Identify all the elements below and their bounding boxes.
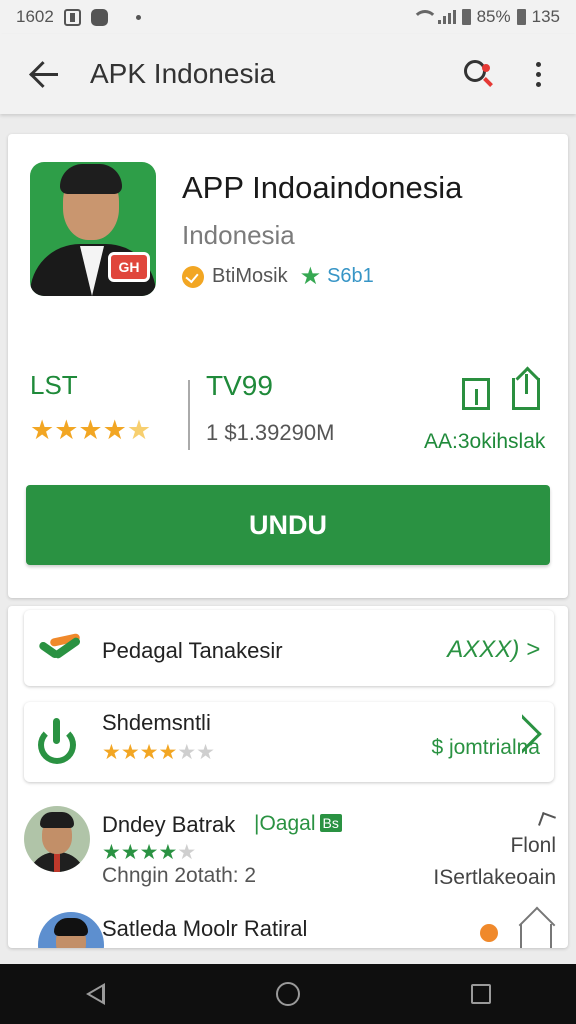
app-category[interactable]: BtiMosik [212, 265, 288, 288]
list-item-action[interactable]: AXXX) > [447, 636, 540, 664]
app-bar-title: APK Indonesia [90, 58, 276, 89]
list-item-title: Shdemsntli [102, 710, 211, 735]
notification-icon [90, 8, 108, 26]
battery-icon [461, 9, 471, 25]
stat-divider [188, 380, 190, 450]
avatar[interactable] [38, 912, 104, 948]
app-icon-badge: GH [108, 252, 150, 282]
stat-value: TV99 [206, 370, 273, 401]
avatar[interactable] [24, 806, 90, 872]
rating-stars: ★★★★★ [30, 415, 151, 446]
app-name: APP Indoaindonesia [182, 170, 463, 205]
reviewer-stars-empty: ★ [177, 841, 197, 864]
app-developer[interactable]: Indonesia [182, 220, 295, 251]
star-icon: ★ [299, 263, 322, 290]
stat-size: 1 $1.39290M [206, 420, 335, 445]
app-bar: APK Indonesia [0, 34, 576, 114]
power-logo-icon [34, 718, 82, 766]
rating-stat: LST ★★★★★ [30, 370, 151, 446]
rating-stars-half: ★ [126, 415, 152, 445]
app-icon-hair [60, 164, 122, 194]
install-box-icon[interactable] [462, 378, 490, 410]
install-button[interactable]: UNDU [26, 485, 550, 565]
status-clock: 135 [531, 7, 560, 26]
system-nav-bar [0, 964, 576, 1024]
search-icon-dot [482, 64, 490, 72]
wifi-icon [411, 10, 438, 24]
avatar-hair [40, 812, 74, 828]
notification-icon [63, 8, 81, 26]
reviewer-right-sub: ISertlakeoain [433, 866, 556, 889]
reviewer-subtitle: Chngin 2otath: 2 [102, 864, 257, 887]
more-options-button[interactable] [514, 50, 562, 98]
reviewer-stars: ★★★★★ [102, 840, 196, 865]
verified-badge-icon [182, 265, 204, 288]
size-stat: TV99 1 $1.39290M [206, 370, 334, 446]
action-caption: AA:3okihslak [424, 430, 546, 453]
triangle-back-icon[interactable] [85, 983, 105, 1005]
avatar-hair [54, 918, 88, 936]
status-time: 1602 [16, 7, 54, 26]
app-score: S6b1 [327, 265, 374, 287]
reviewer-name[interactable]: Satleda Moolr Ratiral [102, 916, 307, 942]
app-icon[interactable]: GH [30, 162, 156, 296]
more-vert-icon-dot [535, 81, 541, 87]
app-meta-row: BtiMosik ★ S6b1 [182, 262, 374, 291]
list-item-stars-filled: ★★★★ [102, 741, 178, 764]
reviewer-name[interactable]: Dndey Batrak [102, 812, 235, 838]
reviewer-right-label: Flonl [510, 834, 556, 857]
app-detail-card: GH APP Indoaindonesia Indonesia BtiMosik… [8, 134, 568, 598]
list-item-stars-empty: ★★ [177, 741, 215, 764]
reviewer-stars-filled: ★★★★ [102, 841, 178, 864]
share-icon[interactable] [512, 374, 540, 410]
action-icons [462, 374, 540, 410]
rating-label: LST [30, 370, 78, 400]
rating-stars-filled: ★★★★ [30, 415, 127, 445]
status-bar: 1602 85% 135 [0, 0, 576, 34]
reviewer-tag-text: |Oagal [254, 812, 316, 835]
list-item-stars: ★★★★★★ [102, 740, 215, 765]
related-list: Pedagal Tanakesir AXXX) > Shdemsntli ★★★… [8, 606, 568, 948]
back-button[interactable] [14, 46, 70, 102]
search-button[interactable] [454, 50, 502, 98]
circle-home-icon[interactable] [275, 982, 300, 1006]
list-item[interactable]: Shdemsntli ★★★★★★ $ jomtrialna [24, 702, 554, 782]
battery-percent: 85% [476, 7, 511, 26]
more-notifications-dot-icon [135, 14, 141, 20]
swoosh-logo-icon [37, 632, 84, 664]
search-icon-handle [483, 77, 493, 87]
more-vert-icon-dot [535, 71, 541, 77]
list-item-title: Pedagal Tanakesir [102, 638, 283, 663]
list-item[interactable]: Pedagal Tanakesir AXXX) > [24, 610, 554, 686]
reviewer-badge: Bs [319, 814, 342, 832]
home-outline-icon[interactable] [520, 924, 552, 948]
battery-icon [516, 9, 526, 25]
square-recent-icon[interactable] [470, 984, 491, 1004]
reviewer-tag: |Oagal Bs [254, 812, 342, 836]
notification-dot-icon [480, 924, 498, 942]
signal-icon [437, 10, 456, 24]
arrow-icon[interactable] [538, 812, 556, 830]
more-vert-icon [535, 61, 541, 67]
avatar-tie [54, 852, 60, 872]
